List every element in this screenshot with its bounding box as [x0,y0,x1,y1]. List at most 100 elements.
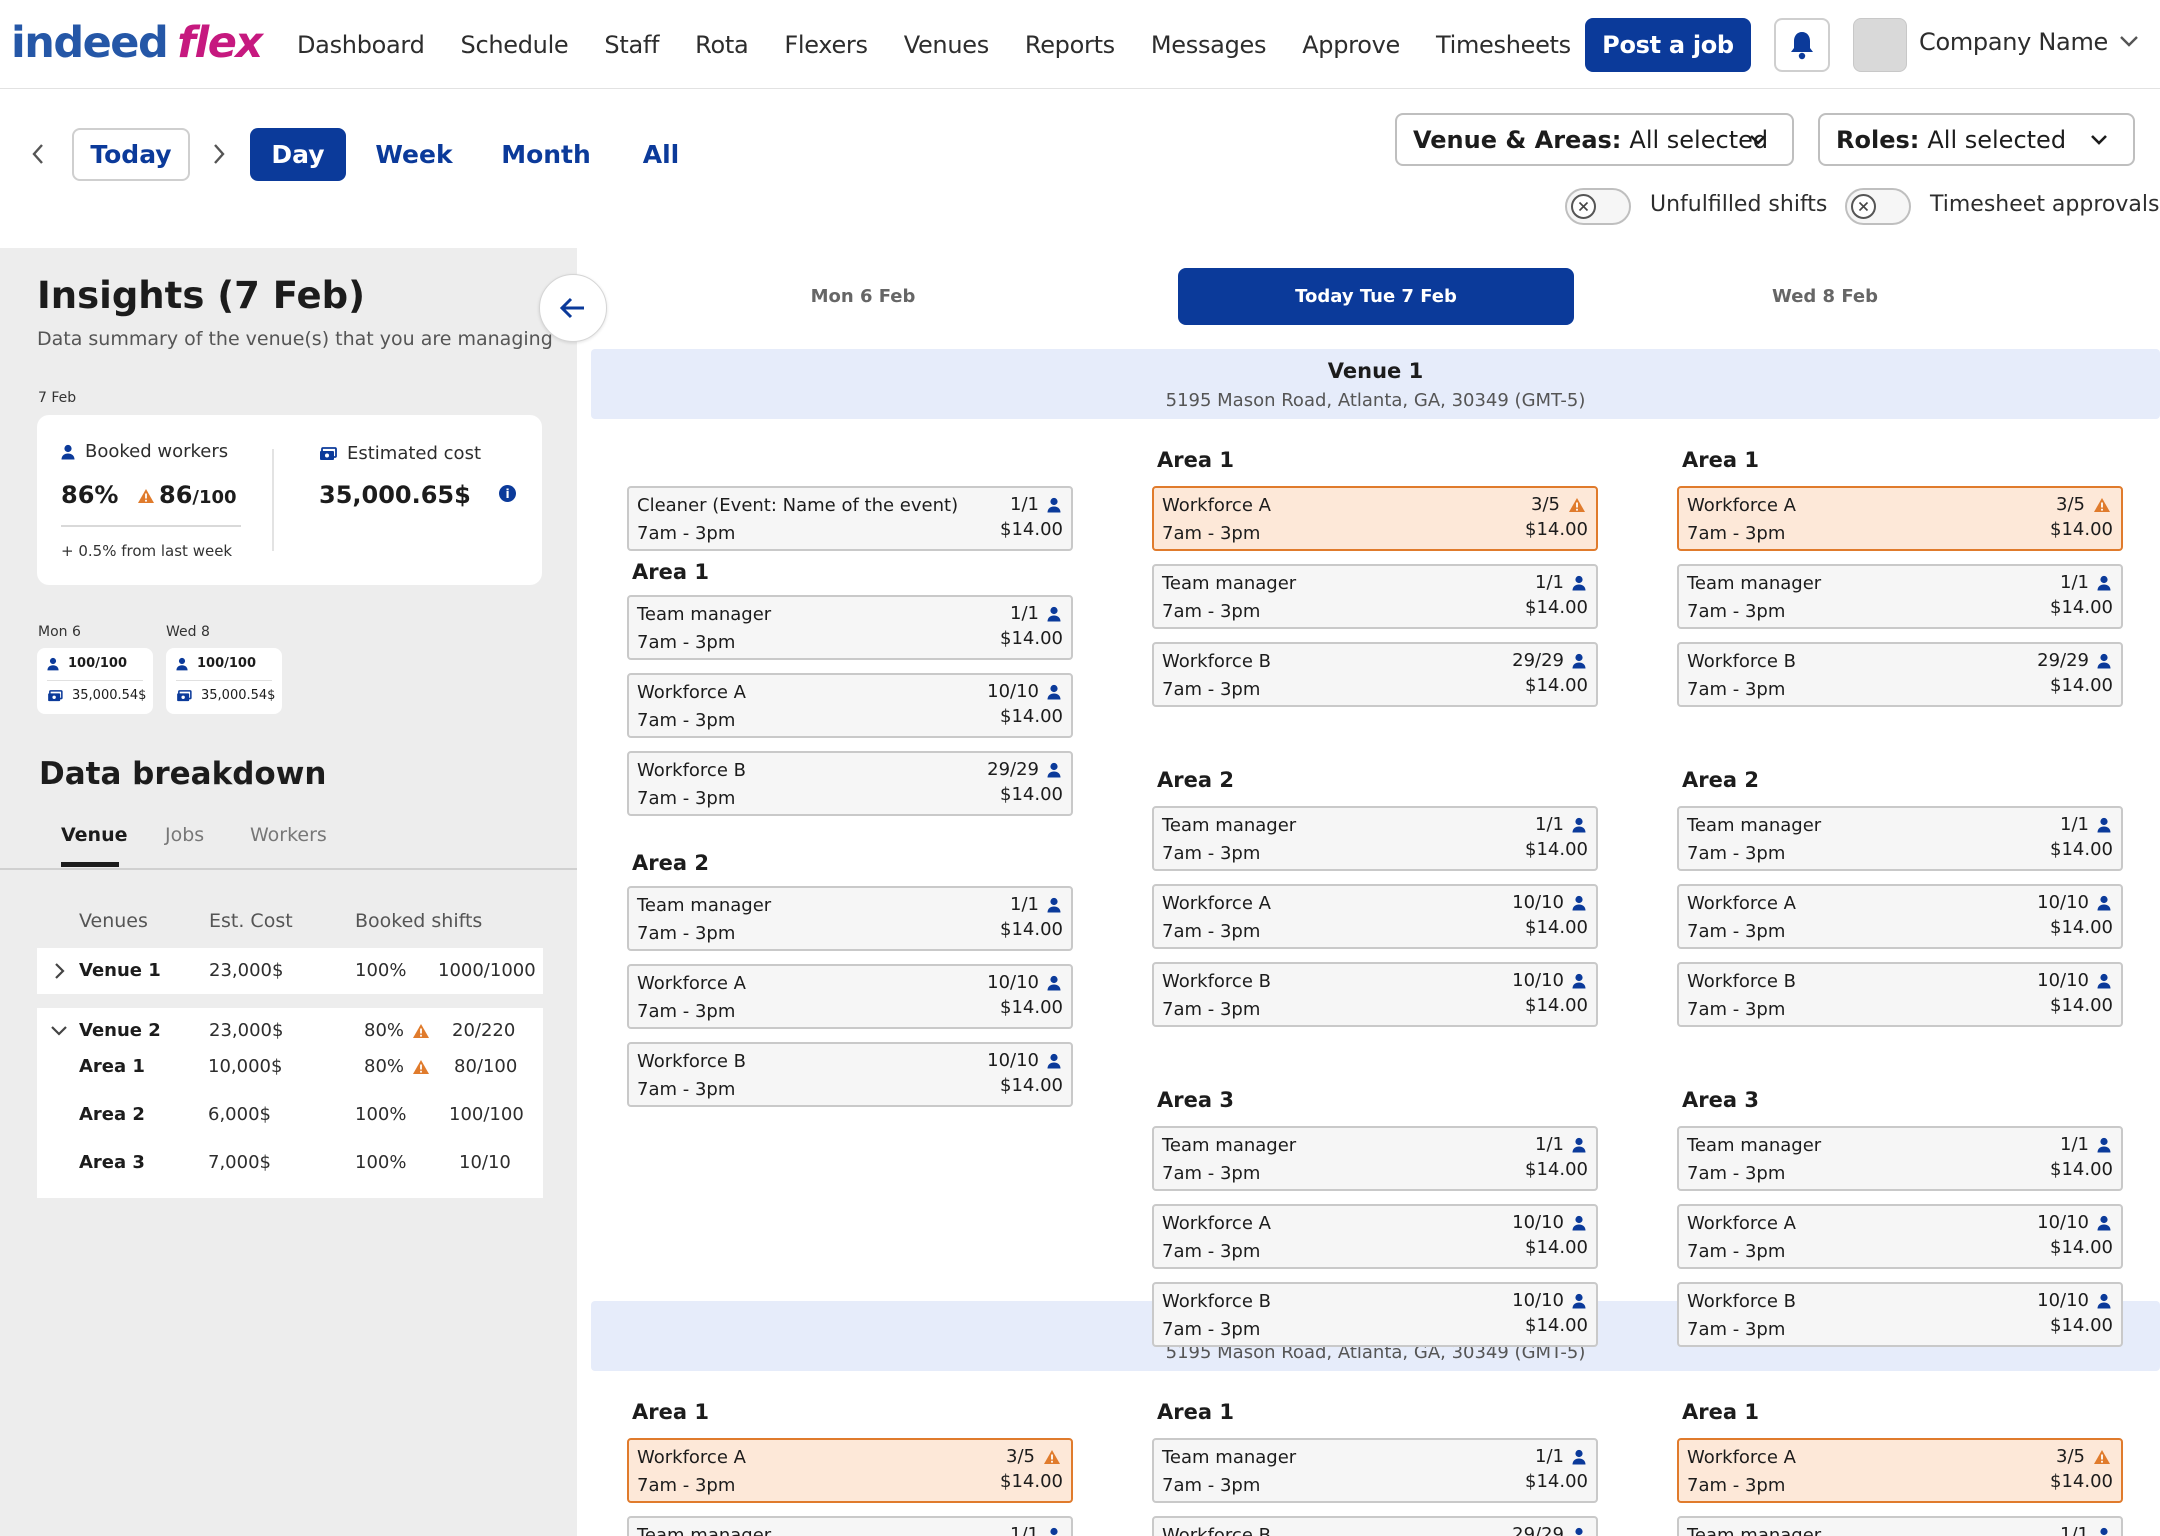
shift-card[interactable]: Workforce B 7am - 3pm 10/10 $14.00 [627,1042,1073,1107]
mini-date-wed: Wed 8 [166,624,210,640]
day-tab-today[interactable]: Today Tue 7 Feb [1178,268,1574,325]
shift-card[interactable]: Team manager7am - 3pm1/1$14.00 [1152,806,1598,871]
area-pct: 80% [364,1056,430,1077]
tab-venue[interactable]: Venue [61,824,128,846]
shift-card[interactable]: Workforce A 7am - 3pm 10/10 $14.00 [1152,1204,1598,1269]
shift-card[interactable]: Team manager7am - 3pm1/1$14.00 [1152,1438,1598,1503]
company-avatar[interactable] [1853,18,1907,72]
nav-rota[interactable]: Rota [695,31,749,59]
shift-card[interactable]: Team manager7am - 3pm1/1$14.00 [627,1516,1073,1536]
shift-time: 7am - 3pm [1162,1475,1261,1496]
roles-filter-label: Roles: [1836,125,1920,154]
chevron-down-icon [2091,135,2107,145]
tab-workers[interactable]: Workers [250,824,327,846]
view-month-button[interactable]: Month [490,128,602,181]
shift-role: Workforce B [1687,971,1796,992]
view-week-button[interactable]: Week [366,128,462,181]
logo-secondary: flex [177,18,263,68]
shift-card[interactable]: Workforce A 7am - 3pm 10/10 $14.00 [1677,1204,2123,1269]
unfulfilled-shifts-label: Unfulfilled shifts [1650,192,1828,217]
nav-venues[interactable]: Venues [904,31,990,59]
area-pct: 100% [355,1104,406,1125]
shift-rate: $14.00 [2050,1159,2113,1180]
shift-rate: $14.00 [1000,519,1063,540]
shift-card[interactable]: Workforce A 7am - 3pm 3/5 $14.00 [627,1438,1073,1503]
shift-count-value: 1/1 [1010,894,1039,915]
venue-areas-dropdown[interactable]: Venue & Areas: All selected [1395,113,1794,166]
shift-count: 3/5 [2056,494,2111,515]
chevron-down-icon[interactable] [50,1025,68,1037]
nav-schedule[interactable]: Schedule [461,31,569,59]
shift-count: 1/1 [2060,1134,2111,1155]
table-row-venue-1[interactable]: Venue 1 23,000$ 100% 1000/1000 [37,948,543,994]
person-icon [1572,1293,1586,1308]
chevron-right-icon[interactable] [211,142,227,166]
tab-jobs[interactable]: Jobs [165,824,204,846]
shift-card[interactable]: Team manager7am - 3pm1/1$14.00 [1152,1126,1598,1191]
mini-card-wed[interactable]: 100/100 35,000.54$ [166,648,282,714]
venue-name[interactable]: Venue 2 [79,1020,161,1041]
view-all-button[interactable]: All [630,128,692,181]
day-tab-mon[interactable]: Mon 6 Feb [727,268,999,325]
nav-messages[interactable]: Messages [1151,31,1267,59]
roles-dropdown[interactable]: Roles: All selected [1818,113,2135,166]
person-icon [1572,1215,1586,1230]
shift-card[interactable]: Workforce B 7am - 3pm 10/10 $14.00 [1677,1282,2123,1347]
shift-count: 1/1 [2060,572,2111,593]
chevron-down-icon[interactable] [2118,34,2140,48]
shift-count-value: 10/10 [987,972,1039,993]
chevron-left-icon[interactable] [30,142,46,166]
shift-card[interactable]: Team manager7am - 3pm1/1$14.00 [627,595,1073,660]
shift-card[interactable]: Team manager7am - 3pm1/1$14.00 [627,886,1073,951]
post-job-button[interactable]: Post a job [1585,18,1751,72]
shift-count-value: 10/10 [1512,1290,1564,1311]
shift-card[interactable]: Cleaner (Event: Name of the event) 7am - … [627,486,1073,551]
timesheet-approvals-toggle[interactable] [1845,188,1911,225]
company-name[interactable]: Company Name [1919,28,2108,56]
shift-card[interactable]: Workforce A 7am - 3pm 3/5 $14.00 [1677,486,2123,551]
shift-card[interactable]: Workforce B 7am - 3pm 10/10 $14.00 [1677,962,2123,1027]
shift-card[interactable]: Workforce A 7am - 3pm 10/10 $14.00 [1152,884,1598,949]
area-pct-value: 100% [355,1104,407,1125]
venue-cost: 23,000$ [209,1020,284,1041]
shift-card[interactable]: Workforce A 7am - 3pm 10/10 $14.00 [627,964,1073,1029]
info-icon[interactable]: i [499,485,516,502]
today-button[interactable]: Today [72,128,190,181]
day-tab-wed[interactable]: Wed 8 Feb [1629,268,2021,325]
shift-card[interactable]: Workforce B7am - 3pm29/29$14.00 [627,751,1073,816]
shift-card[interactable]: Team manager7am - 3pm1/1$14.00 [1677,564,2123,629]
person-icon [1575,1527,1583,1535]
person-icon [2097,973,2111,988]
nav-staff[interactable]: Staff [604,31,659,59]
shift-card[interactable]: Team manager7am - 3pm1/1$14.00 [1677,1126,2123,1191]
nav-flexers[interactable]: Flexers [784,31,868,59]
col-booked-shifts: Booked shifts [355,910,483,932]
view-day-button[interactable]: Day [250,128,346,181]
shift-card[interactable]: Workforce B 7am - 3pm 10/10 $14.00 [1152,962,1598,1027]
shift-card[interactable]: Workforce A 7am - 3pm 10/10 $14.00 [627,673,1073,738]
shift-count-value: 1/1 [1535,814,1564,835]
person-icon [1572,895,1586,910]
person-icon [61,444,75,459]
mini-card-mon[interactable]: 100/100 35,000.54$ [37,648,153,714]
shift-card[interactable]: Workforce B7am - 3pm29/29$14.00 [1152,642,1598,707]
shift-card[interactable]: Workforce A 7am - 3pm 3/5 $14.00 [1677,1438,2123,1503]
chevron-right-icon[interactable] [53,962,65,980]
shift-card[interactable]: Workforce B7am - 3pm29/29$14.00 [1152,1516,1598,1536]
nav-reports[interactable]: Reports [1025,31,1115,59]
shift-card[interactable]: Team manager7am - 3pm1/1$14.00 [1677,1516,2123,1536]
booked-total: /100 [192,487,237,508]
shift-card[interactable]: Workforce B7am - 3pm29/29$14.00 [1677,642,2123,707]
collapse-panel-button[interactable] [539,274,607,342]
shift-card[interactable]: Workforce A 7am - 3pm 3/5 $14.00 [1152,486,1598,551]
indeed-flex-logo[interactable]: indeed flex [11,18,263,72]
shift-card[interactable]: Team manager7am - 3pm1/1$14.00 [1152,564,1598,629]
shift-card[interactable]: Team manager7am - 3pm1/1$14.00 [1677,806,2123,871]
shift-card[interactable]: Workforce B 7am - 3pm 10/10 $14.00 [1152,1282,1598,1347]
unfulfilled-shifts-toggle[interactable] [1565,188,1631,225]
nav-timesheets[interactable]: Timesheets [1436,31,1571,59]
notifications-button[interactable] [1774,18,1830,72]
shift-card[interactable]: Workforce A 7am - 3pm 10/10 $14.00 [1677,884,2123,949]
nav-dashboard[interactable]: Dashboard [297,31,425,59]
nav-approve[interactable]: Approve [1302,31,1400,59]
